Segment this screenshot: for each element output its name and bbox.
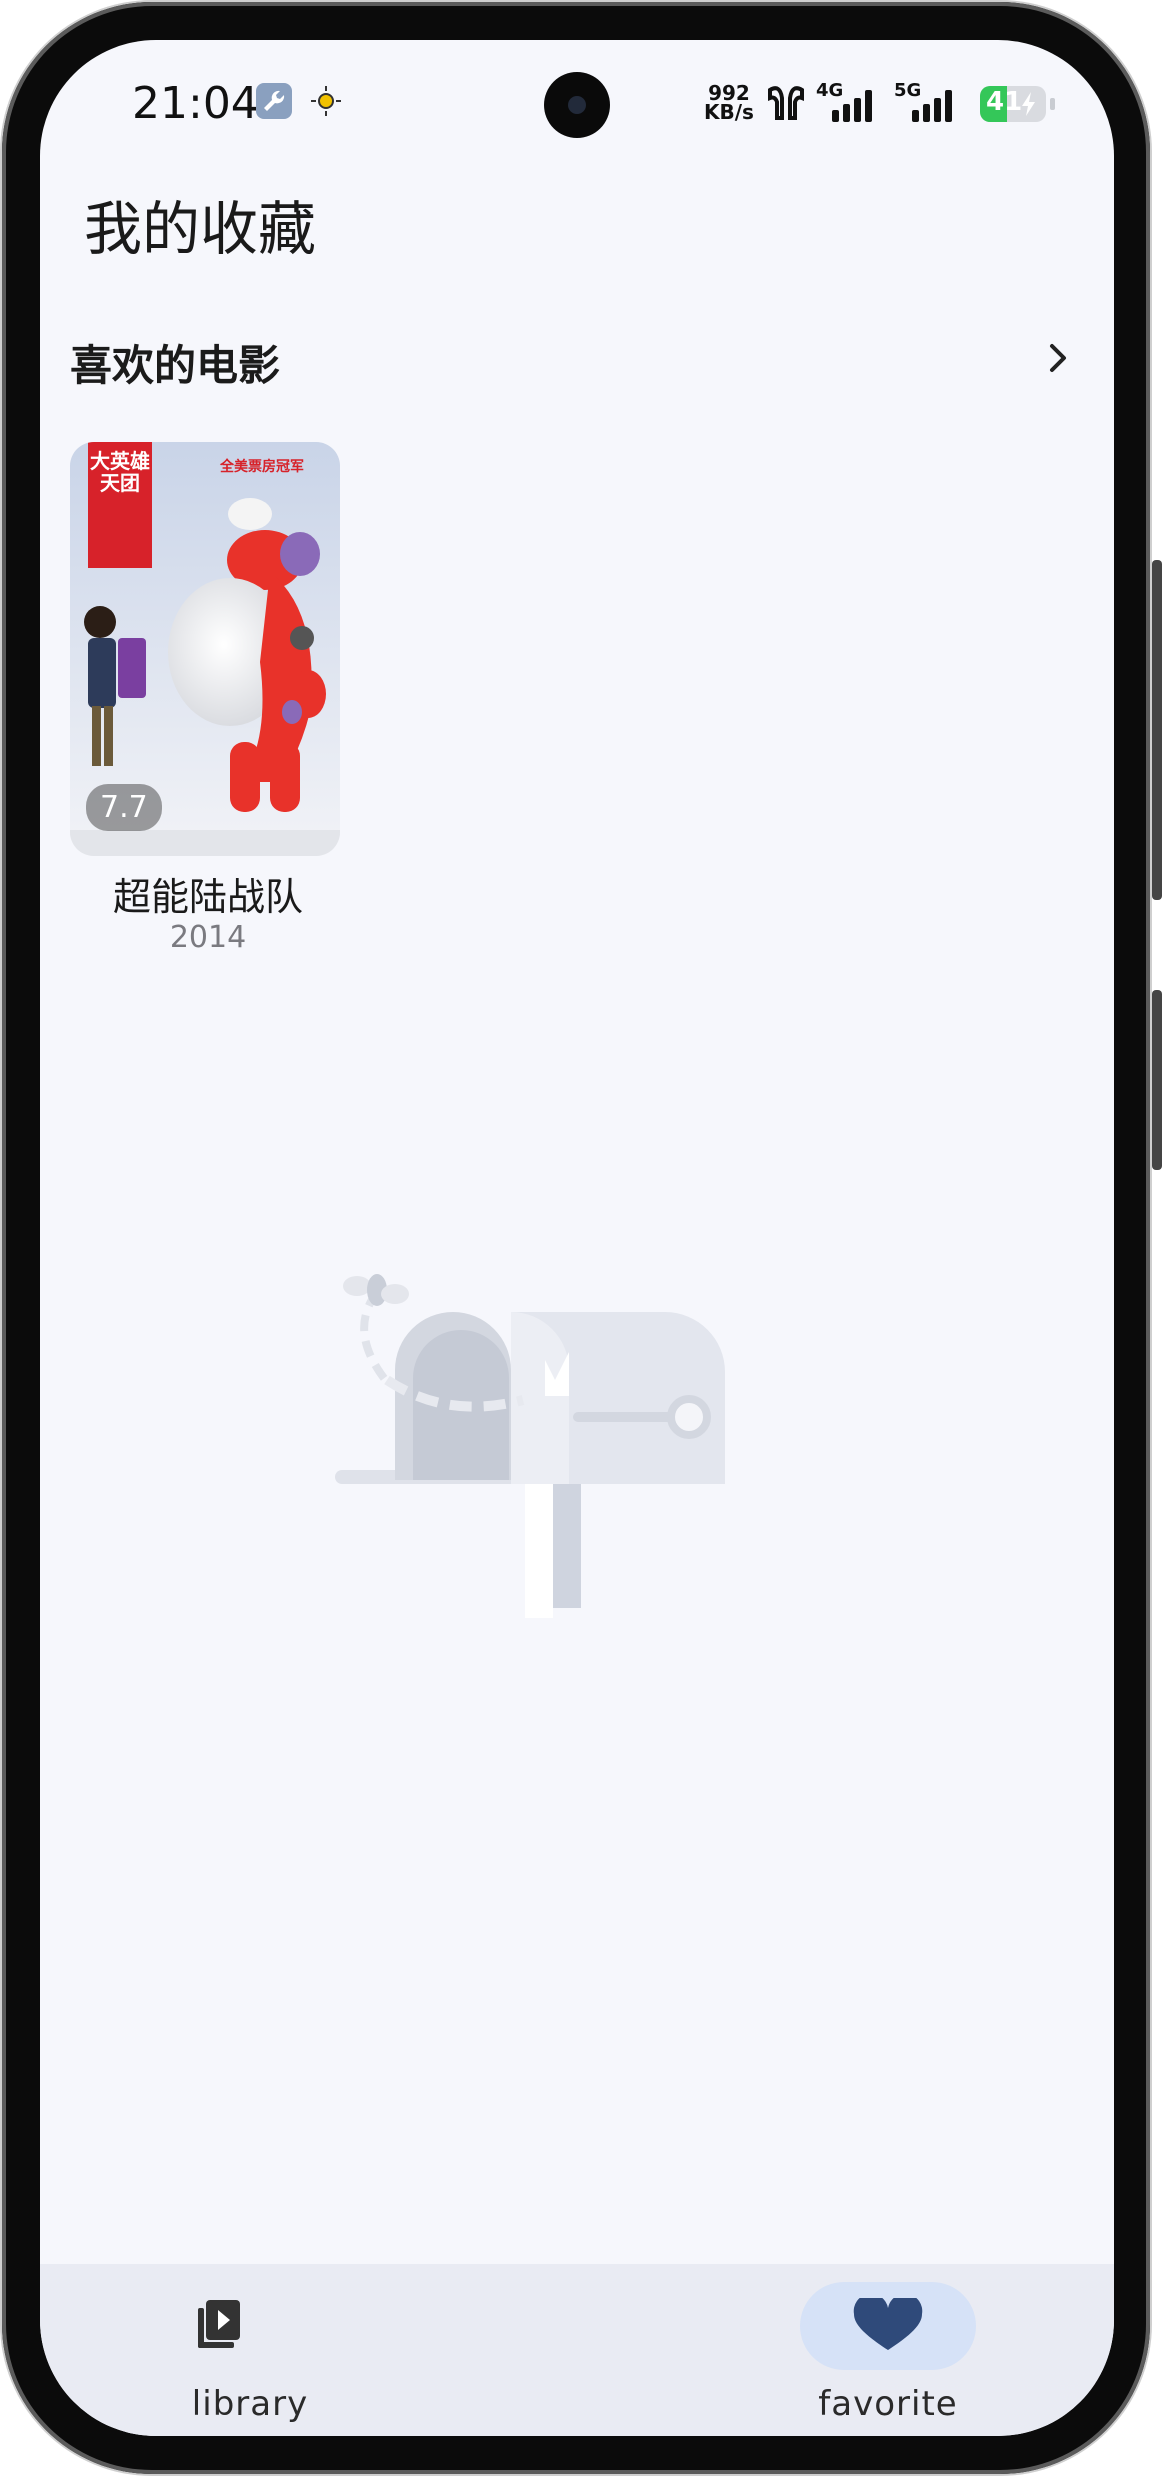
chevron-right-icon[interactable] [1030, 330, 1086, 386]
movie-title: 超能陆战队 [112, 875, 303, 919]
bottom-navigation: library favorite [40, 2264, 1114, 2436]
battery-charging-icon: 41 [980, 86, 1046, 122]
nav-label-favorite: favorite [818, 2384, 958, 2424]
video-library-icon [170, 2298, 266, 2354]
nav-item-favorite[interactable]: favorite [710, 2264, 1010, 2436]
movie-year: 2014 [169, 920, 247, 955]
wrench-icon [256, 83, 292, 119]
earbuds-icon [764, 84, 808, 128]
sun-settings-icon [308, 83, 344, 119]
front-camera [544, 72, 610, 138]
power-button [1152, 990, 1162, 1170]
rating-badge: 7.7 [86, 784, 162, 831]
nav-item-library[interactable]: library [170, 2264, 470, 2436]
status-bar: 21:04 992 KB/s 4G 5G 41 [40, 40, 1114, 170]
screen: 21:04 992 KB/s 4G 5G 41 我的收藏 喜欢的电影 大英雄天团… [40, 40, 1114, 2436]
status-time: 21:04 [132, 78, 259, 129]
movie-poster: 大英雄天团 全美票房冠军 7.7 [70, 442, 340, 856]
nav-label-library: library [191, 2384, 309, 2424]
page-title: 我的收藏 [84, 195, 317, 263]
poster-title-text: 大英雄天团 [90, 449, 150, 495]
volume-button [1152, 560, 1162, 900]
section-title-favorite-movies: 喜欢的电影 [70, 341, 281, 390]
poster-tagline: 全美票房冠军 [220, 459, 304, 475]
battery-level: 41 [986, 87, 1023, 117]
heart-icon [840, 2293, 936, 2354]
signal-icon [832, 88, 872, 122]
net-speed-unit: KB/s [704, 100, 754, 124]
battery-cap [1050, 98, 1055, 110]
mailbox-illustration [335, 1270, 835, 1690]
net-speed-indicator: 992 KB/s [704, 83, 754, 124]
signal-icon [912, 88, 952, 122]
